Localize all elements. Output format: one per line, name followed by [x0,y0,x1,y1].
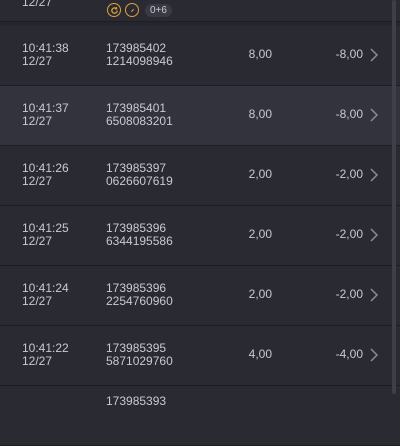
row-amount: 2,00 [248,167,272,181]
badge-count: 0+6 [145,3,172,17]
table-row[interactable]: 10:41:38 12/27 173985402 1214098946 8,00 -… [0,26,400,86]
row-time-value: 10:41:26 [22,161,69,175]
row-time: 10:41:22 12/27 [22,342,69,368]
row-time-value: 10:41:22 [22,341,69,355]
row-id-line2: 1214098946 [106,54,173,68]
table-row[interactable]: 10:41:26 12/27 173985397 0626607619 2,00 -… [0,146,400,206]
row-change: -2,00 [335,227,363,241]
row-amount: 8,00 [248,107,272,121]
row-time: 10:41:26 12/27 [22,162,69,188]
row-id-line1: 173985402 [106,41,167,55]
row-id: 173985397 0626607619 [106,162,173,188]
row-id-line1: 173985393 [106,394,167,408]
row-id-line2: 0626607619 [106,174,173,188]
row-amount: 8,00 [248,47,272,61]
transaction-list: 12/27 0+6 10:41:38 12/27 173985402 1214098… [0,0,400,446]
table-row[interactable]: 12/27 0+6 [0,0,400,22]
row-id: 173985402 1214098946 [106,42,173,68]
chevron-right-icon[interactable] [368,108,380,122]
row-badges: 0+6 [107,1,172,19]
row-date: 12/27 [22,0,53,9]
chevron-right-icon[interactable] [368,348,380,362]
table-row[interactable]: 10:41:25 12/27 173985396 6344195586 2,00 -… [0,206,400,266]
row-time: 10:41:37 12/27 [22,102,69,128]
row-id-line2: 6344195586 [106,234,173,248]
row-id-line1: 173985396 [106,281,167,295]
table-row[interactable]: 10:41:24 12/27 173985396 2254760960 2,00 -… [0,266,400,326]
row-time-value: 10:41:24 [22,281,69,295]
table-row[interactable]: 173985393 [0,386,400,446]
row-id: 173985395 5871029760 [106,342,173,368]
refresh-icon [107,3,121,17]
row-date: 12/27 [22,294,53,308]
chevron-right-icon[interactable] [368,168,380,182]
row-id-line2: 2254760960 [106,294,173,308]
row-change: -8,00 [335,107,363,121]
row-id: 173985401 6508083201 [106,102,173,128]
row-date: 12/27 [22,174,53,188]
row-id-line1: 173985401 [106,101,167,115]
row-change: -2,00 [335,167,363,181]
row-id-line1: 173985395 [106,341,167,355]
table-row[interactable]: 10:41:37 12/27 173985401 6508083201 8,00 -… [0,86,400,146]
row-change: -8,00 [335,47,363,61]
row-id-line2: 5871029760 [106,354,173,368]
row-change: -4,00 [335,347,363,361]
chevron-right-icon[interactable] [368,228,380,242]
row-id: 173985396 6344195586 [106,222,173,248]
row-time: 10:41:38 12/27 [22,42,69,68]
row-time-value: 10:41:37 [22,101,69,115]
chevron-right-icon[interactable] [368,288,380,302]
row-time: 10:41:25 12/27 [22,222,69,248]
row-amount: 2,00 [248,227,272,241]
row-date: 12/27 [22,354,53,368]
row-id-line1: 173985396 [106,221,167,235]
row-time-value: 10:41:38 [22,41,69,55]
row-time: 10:41:24 12/27 [22,282,69,308]
row-date: 12/27 [22,54,53,68]
row-change: -2,00 [335,287,363,301]
chevron-right-icon[interactable] [368,48,380,62]
row-id: 173985396 2254760960 [106,282,173,308]
row-time-value: 10:41:25 [22,221,69,235]
compass-icon [125,3,139,17]
row-date: 12/27 [22,234,53,248]
row-id-line2: 6508083201 [106,114,173,128]
table-row[interactable]: 10:41:22 12/27 173985395 5871029760 4,00 -… [0,326,400,386]
row-id-line1: 173985397 [106,161,167,175]
row-amount: 2,00 [248,287,272,301]
scrollbar[interactable] [392,0,396,394]
row-date: 12/27 [22,114,53,128]
row-amount: 4,00 [248,347,272,361]
